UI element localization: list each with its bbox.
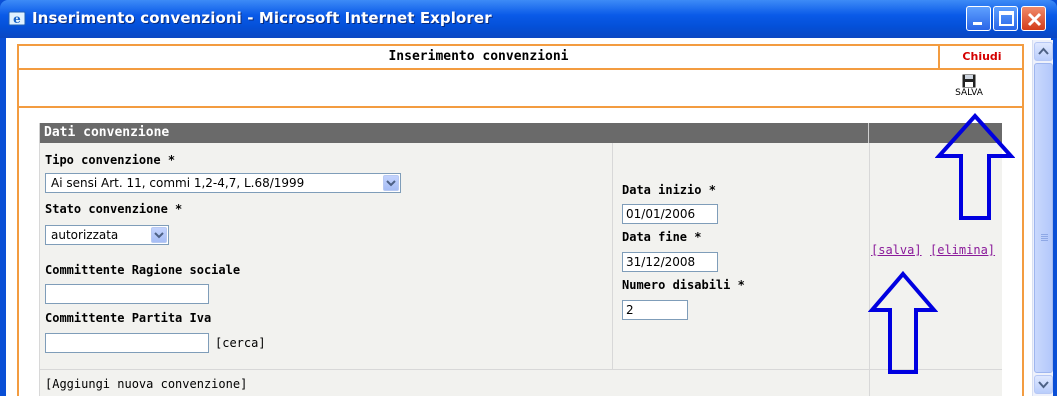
browser-window: e Inserimento convenzioni - Microsoft In… — [0, 0, 1057, 396]
stato-convenzione-label: Stato convenzione * — [45, 202, 183, 216]
scroll-up-icon — [1038, 47, 1049, 55]
tipo-convenzione-value: Ai sensi Art. 11, commi 1,2-4,7, L.68/19… — [51, 176, 305, 190]
stato-convenzione-select[interactable]: autorizzata — [45, 225, 169, 245]
row-divider — [39, 369, 1002, 370]
scroll-up-button[interactable] — [1034, 42, 1053, 61]
scroll-down-button[interactable] — [1034, 375, 1053, 394]
data-fine-label: Data fine * — [622, 230, 702, 244]
scroll-grip — [1041, 234, 1048, 235]
annotation-arrow-icon — [868, 270, 938, 374]
ie-icon: e — [8, 10, 26, 28]
numero-disabili-input[interactable]: 2 — [622, 300, 688, 320]
chevron-down-icon[interactable] — [383, 175, 399, 191]
minimize-button[interactable] — [966, 6, 991, 31]
data-inizio-label: Data inizio * — [622, 183, 716, 197]
panel-divider — [39, 143, 40, 396]
svg-text:e: e — [13, 12, 21, 26]
convention-panel: Dati convenzione Tipo convenzione * Ai s… — [39, 123, 1002, 396]
partita-iva-input[interactable] — [45, 333, 209, 353]
toolbar-row: SALVA — [19, 72, 1022, 108]
data-fine-input[interactable]: 31/12/2008 — [622, 252, 718, 272]
panel-title: Dati convenzione — [39, 123, 869, 143]
scroll-thumb[interactable] — [1034, 63, 1053, 373]
column-divider — [612, 143, 613, 369]
tipo-convenzione-select[interactable]: Ai sensi Art. 11, commi 1,2-4,7, L.68/19… — [45, 173, 401, 193]
data-inizio-input[interactable]: 01/01/2006 — [622, 204, 718, 224]
close-link[interactable]: Chiudi — [942, 46, 1022, 68]
close-icon — [1027, 12, 1042, 27]
maximize-button[interactable] — [993, 6, 1018, 31]
vertical-scrollbar[interactable] — [1032, 40, 1053, 396]
aggiungi-convenzione-link[interactable]: [Aggiungi nuova convenzione] — [45, 377, 247, 391]
save-tool-button[interactable]: SALVA — [939, 74, 999, 98]
ragione-sociale-label: Committente Ragione sociale — [45, 263, 241, 277]
close-window-button[interactable] — [1021, 6, 1046, 31]
chevron-down-icon[interactable] — [151, 227, 167, 243]
page-title: Inserimento convenzioni — [19, 46, 940, 68]
panel-header: Dati convenzione — [39, 123, 1002, 143]
scroll-down-icon — [1038, 381, 1049, 389]
numero-disabili-label: Numero disabili * — [622, 278, 745, 292]
ragione-sociale-input[interactable] — [45, 284, 209, 304]
floppy-save-icon — [962, 74, 976, 88]
window-title: Inserimento convenzioni - Microsoft Inte… — [32, 9, 492, 27]
salva-link[interactable]: [salva] — [871, 243, 922, 257]
save-tool-label: SALVA — [955, 88, 983, 98]
annotation-arrow-icon — [935, 113, 1015, 220]
minimize-icon — [973, 22, 982, 25]
tipo-convenzione-label: Tipo convenzione * — [45, 153, 176, 167]
partita-iva-label: Committente Partita Iva — [45, 311, 212, 325]
header-row: Inserimento convenzioni Chiudi — [19, 46, 1022, 70]
elimina-link[interactable]: [elimina] — [930, 243, 995, 257]
stato-convenzione-value: autorizzata — [51, 228, 119, 242]
maximize-icon — [999, 11, 1014, 26]
title-bar: e Inserimento convenzioni - Microsoft In… — [0, 0, 1057, 38]
cerca-link[interactable]: [cerca] — [215, 336, 266, 350]
